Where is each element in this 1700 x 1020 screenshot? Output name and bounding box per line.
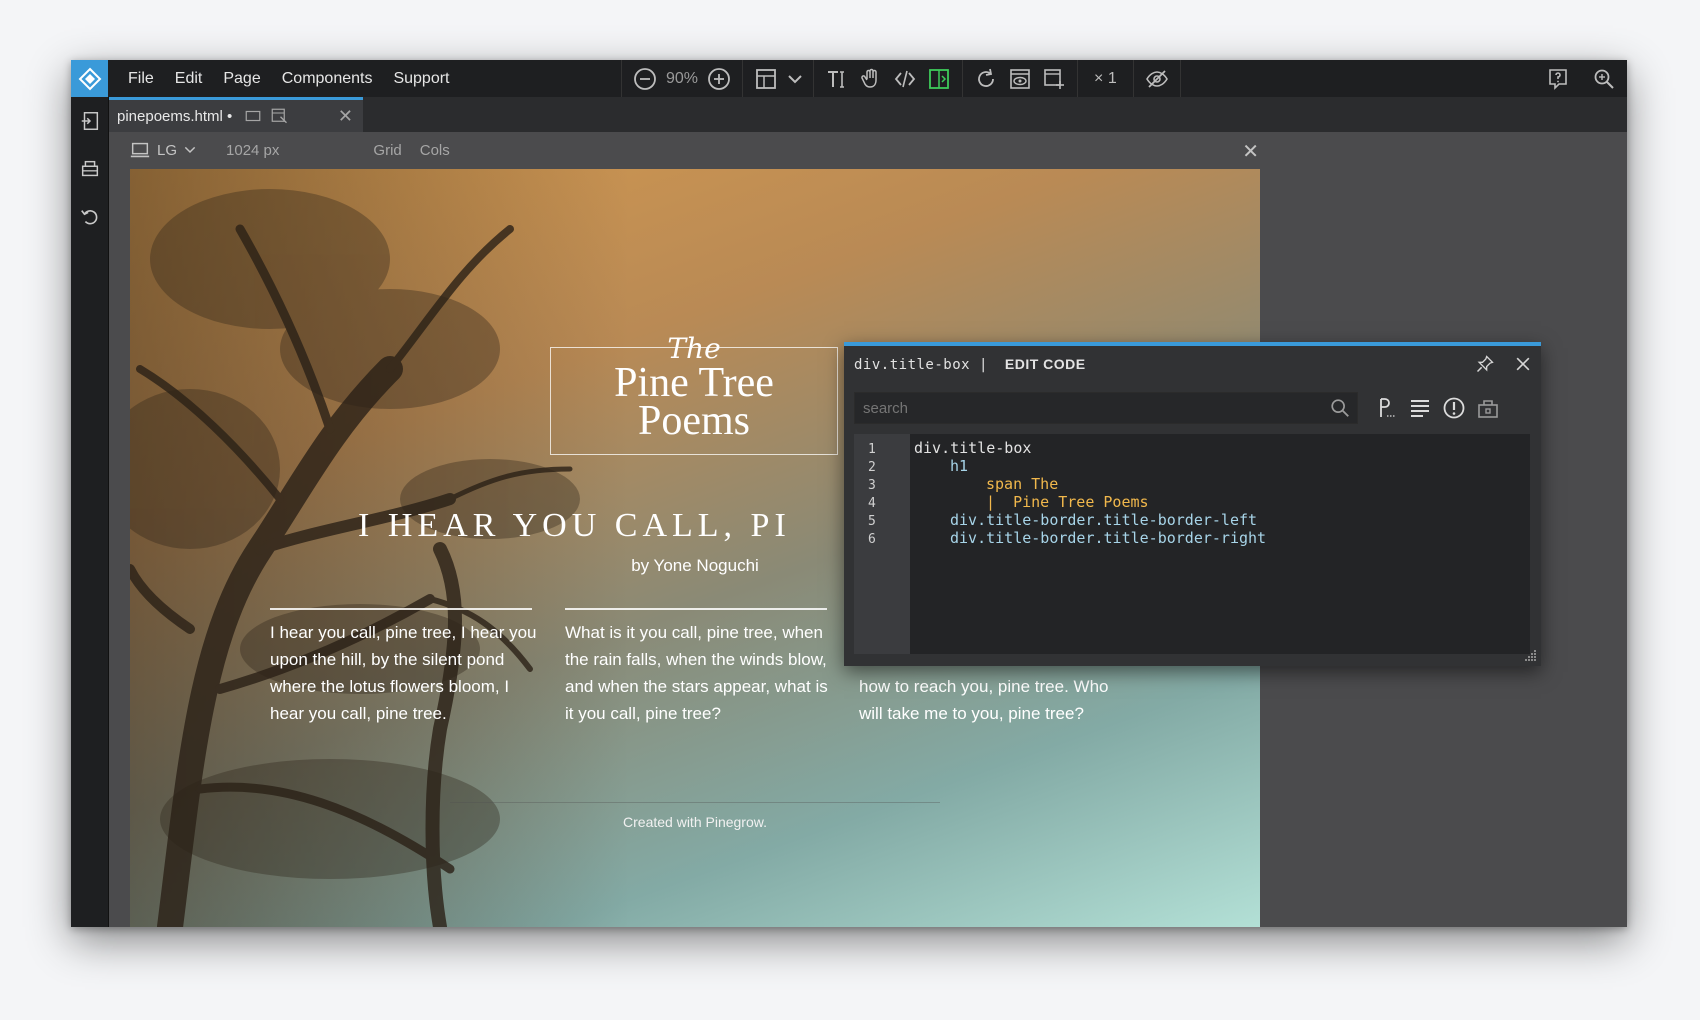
laptop-icon <box>130 142 150 158</box>
toolbar-right <box>1541 60 1575 97</box>
toolbar-divider <box>1077 60 1079 97</box>
code-search-input[interactable] <box>854 392 1358 424</box>
menubar: File Edit Page Components Support 90% × … <box>71 60 1627 98</box>
preview-icon[interactable] <box>1003 60 1037 97</box>
edit-code-tools <box>1369 392 1505 424</box>
edit-code-title: div.title-box | EDIT CODE <box>854 355 1086 373</box>
paragraph-icon[interactable] <box>1369 392 1403 424</box>
print-icon[interactable] <box>71 145 108 193</box>
line-number: 6 <box>868 532 876 547</box>
tab-close-icon[interactable]: ✕ <box>338 106 353 127</box>
tab-bar: pinepoems.html • ✕ <box>109 97 1627 132</box>
menu-page[interactable]: Page <box>223 70 260 88</box>
tab-filename: pinepoems.html • <box>117 107 233 125</box>
edit-code-panel[interactable]: div.title-box | EDIT CODE search 1 2 3 4… <box>844 342 1541 666</box>
line-number: 5 <box>868 514 876 529</box>
line-number: 4 <box>868 496 876 511</box>
column-divider <box>565 608 827 610</box>
line-gutter <box>854 434 910 654</box>
code-line[interactable]: span The <box>986 475 1058 493</box>
code-line[interactable]: | Pine Tree Poems <box>986 493 1149 511</box>
title-line-1: Pine Tree <box>614 360 774 406</box>
canvas-toolbar: LG 1024 px Grid Cols ✕ <box>129 132 1259 168</box>
toolbar-divider <box>1179 60 1181 97</box>
tab-pinepoems[interactable]: pinepoems.html • ✕ <box>109 97 363 132</box>
code-icon[interactable] <box>888 60 922 97</box>
tab-preview-icon[interactable] <box>244 107 262 125</box>
line-number: 2 <box>868 460 876 475</box>
layout-icon[interactable] <box>749 60 783 97</box>
menu-items: File Edit Page Components Support <box>128 60 471 97</box>
menu-edit[interactable]: Edit <box>175 70 203 88</box>
toolbar: 90% × 1 <box>615 60 1187 97</box>
help-icon[interactable] <box>1541 60 1575 97</box>
warning-icon[interactable] <box>1437 392 1471 424</box>
toolbar-divider <box>742 60 744 97</box>
edit-code-header[interactable]: div.title-box | EDIT CODE <box>844 346 1541 382</box>
page-title: Pine Tree Poems <box>551 360 837 444</box>
hand-icon[interactable] <box>854 60 888 97</box>
toolbar-divider <box>621 60 622 97</box>
column-divider <box>270 608 532 610</box>
save-icon[interactable] <box>1037 60 1071 97</box>
visibility-off-icon[interactable] <box>1140 60 1174 97</box>
poem-column-1: I hear you call, pine tree, I hear you u… <box>270 623 537 723</box>
zoom-level: 90% <box>666 69 699 87</box>
code-line[interactable]: div.title-box <box>914 439 1031 457</box>
chevron-down-icon[interactable] <box>783 60 807 97</box>
line-number: 1 <box>868 442 876 457</box>
code-line[interactable]: h1 <box>950 457 968 475</box>
cols-toggle[interactable]: Cols <box>420 142 450 159</box>
code-line[interactable]: div.title-border.title-border-left <box>950 511 1257 529</box>
title-line-2: Poems <box>637 398 750 444</box>
resize-grip-icon[interactable] <box>1523 648 1537 662</box>
split-icon[interactable] <box>922 60 956 97</box>
refresh-icon[interactable] <box>969 60 1003 97</box>
poem-column-2: What is it you call, pine tree, when the… <box>565 623 828 723</box>
import-icon[interactable] <box>71 97 108 145</box>
toolbar-divider <box>1132 60 1134 97</box>
menu-file[interactable]: File <box>128 70 154 88</box>
multiplier-label[interactable]: × 1 <box>1084 70 1127 88</box>
menu-support[interactable]: Support <box>393 70 449 88</box>
pinegrow-window: File Edit Page Components Support 90% × … <box>71 60 1627 927</box>
library-icon[interactable] <box>1471 392 1505 424</box>
menu-components[interactable]: Components <box>282 70 373 88</box>
toolbar-right-search <box>1587 60 1621 97</box>
device-label: LG <box>157 141 178 159</box>
side-rail <box>71 97 109 927</box>
tab-edit-icon[interactable] <box>270 107 288 125</box>
text-icon[interactable] <box>820 60 854 97</box>
zoom-in-icon[interactable] <box>702 60 736 97</box>
pin-icon[interactable] <box>1473 352 1497 376</box>
canvas-width: 1024 px <box>226 141 280 159</box>
toolbar-divider <box>962 60 964 97</box>
toolbar-divider <box>813 60 815 97</box>
format-lines-icon[interactable] <box>1403 392 1437 424</box>
device-selector[interactable]: LG <box>129 139 204 161</box>
search-icon[interactable] <box>1329 397 1351 424</box>
close-icon[interactable]: ✕ <box>1242 139 1259 164</box>
poem-column-3: how to reach you, pine tree. Who will ta… <box>859 677 1109 723</box>
search-icon[interactable] <box>1587 60 1621 97</box>
pinegrow-logo-icon[interactable] <box>71 60 108 97</box>
undo-icon[interactable] <box>71 193 108 241</box>
title-box[interactable]: The Pine Tree Poems <box>550 332 838 455</box>
close-icon[interactable] <box>1511 352 1535 376</box>
footer-divider <box>450 802 940 803</box>
code-area[interactable]: 1 2 3 4 5 6 div.title-box h1 span The | … <box>854 434 1530 654</box>
poem-heading: I HEAR YOU CALL, PI <box>358 507 791 544</box>
line-number: 3 <box>868 478 876 493</box>
zoom-out-icon[interactable] <box>628 60 662 97</box>
grid-toggle[interactable]: Grid <box>373 142 401 159</box>
code-line[interactable]: div.title-border.title-border-right <box>950 529 1266 547</box>
chevron-down-icon <box>184 146 196 154</box>
page-footer: Created with Pinegrow. <box>623 814 767 830</box>
